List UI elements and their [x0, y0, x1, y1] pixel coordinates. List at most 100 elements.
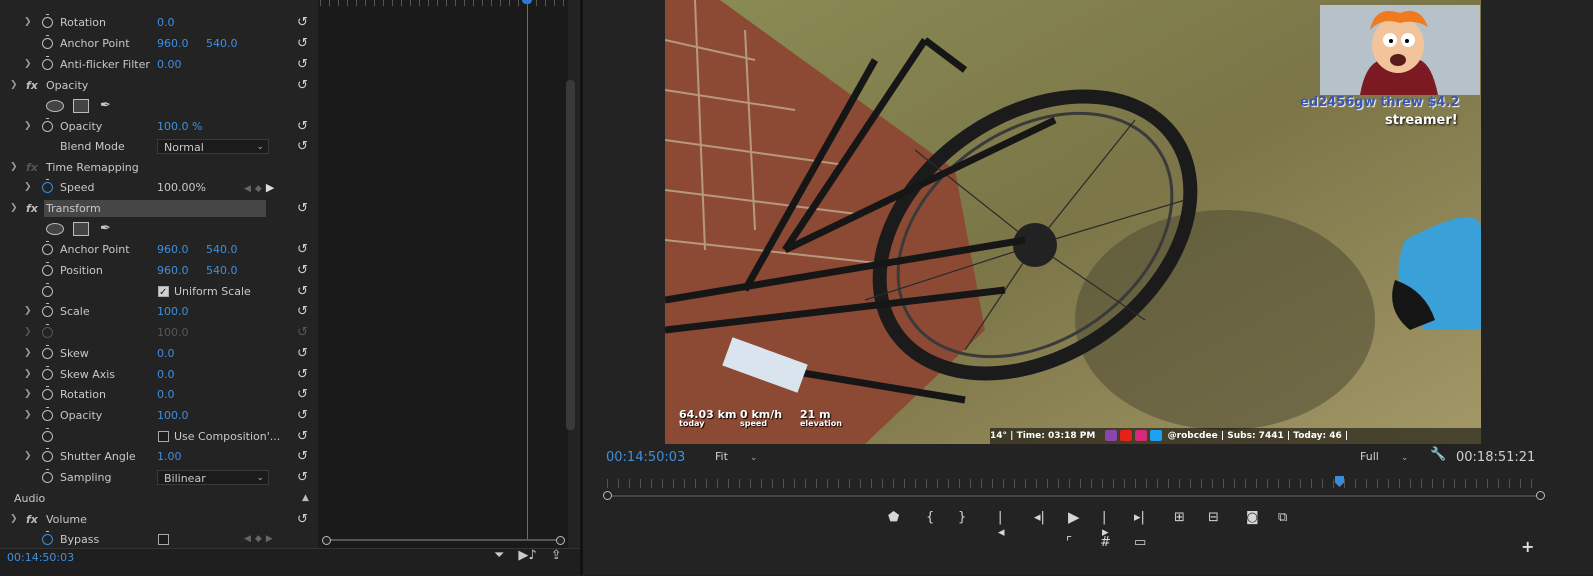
reset-icon[interactable]: ↺	[297, 446, 308, 467]
stopwatch-icon[interactable]	[42, 118, 53, 132]
stopwatch-icon[interactable]	[42, 35, 53, 49]
mark-in-icon[interactable]: {	[926, 510, 934, 525]
extract-icon[interactable]: ⊟	[1208, 510, 1219, 525]
reset-icon[interactable]: ↺	[297, 116, 308, 137]
stopwatch-icon[interactable]	[42, 386, 53, 400]
use-composition-checkbox[interactable]	[158, 431, 169, 442]
reset-icon[interactable]: ↺	[297, 198, 308, 219]
monitor-scrub-bar[interactable]	[603, 490, 1545, 502]
go-to-out-icon[interactable]: ▸|	[1134, 510, 1145, 525]
chevron-right-icon[interactable]: ❯	[24, 343, 32, 364]
ellipse-mask-icon[interactable]	[46, 223, 64, 235]
reset-icon[interactable]: ↺	[297, 364, 308, 385]
reset-icon[interactable]: ↺	[297, 384, 308, 405]
chevron-down-icon[interactable]: ❯	[10, 198, 18, 219]
property-value-x[interactable]: 960.0	[157, 33, 189, 54]
reset-icon[interactable]: ↺	[297, 426, 308, 447]
property-value-y[interactable]: 540.0	[206, 260, 238, 281]
effect-header-time-remapping[interactable]: ❯ fx Time Remapping	[0, 157, 318, 178]
fx-icon[interactable]: fx	[26, 198, 38, 219]
chevron-right-icon[interactable]: ❯	[24, 364, 32, 385]
stopwatch-icon[interactable]	[42, 448, 53, 462]
export-icon[interactable]: ⇪	[551, 548, 562, 563]
play-audio-icon[interactable]: ▶♪	[518, 548, 536, 563]
zoom-dropdown[interactable]: Fit ⌄	[715, 448, 757, 465]
property-value[interactable]: 0.0	[157, 364, 175, 385]
stopwatch-icon[interactable]	[42, 469, 53, 483]
go-to-in-icon[interactable]: |◂	[998, 510, 1005, 540]
rectangle-mask-icon[interactable]	[73, 99, 89, 113]
chevron-right-icon[interactable]: ❯	[24, 405, 32, 426]
chevron-right-icon[interactable]: ❯	[24, 12, 32, 33]
chevron-down-icon[interactable]: ❯	[10, 75, 18, 96]
reset-icon[interactable]: ↺	[297, 509, 308, 530]
monitor-time-ruler[interactable]	[607, 479, 1541, 488]
stopwatch-icon[interactable]	[42, 14, 53, 28]
chevron-right-icon[interactable]: ❯	[24, 177, 32, 198]
reset-icon[interactable]: ↺	[297, 281, 308, 302]
section-header-audio[interactable]: Audio ▲	[0, 488, 318, 509]
chevron-right-icon[interactable]: ❯	[24, 384, 32, 405]
property-value[interactable]: 1.00	[157, 446, 182, 467]
chevron-down-icon[interactable]: ❯	[10, 157, 18, 178]
stopwatch-icon[interactable]	[42, 56, 53, 70]
property-value[interactable]: 0.00	[157, 54, 182, 75]
chevron-right-icon[interactable]: ❯	[24, 446, 32, 467]
zoom-handle-left[interactable]	[322, 536, 331, 545]
chevron-right-icon[interactable]: ❯	[24, 301, 32, 322]
uniform-scale-checkbox[interactable]	[158, 282, 169, 303]
zoom-handle-right[interactable]	[1536, 491, 1545, 500]
filter-icon[interactable]: ⏷	[494, 548, 504, 563]
collapse-up-icon[interactable]: ▲	[302, 488, 309, 509]
zoom-scrollbar[interactable]	[322, 536, 566, 545]
property-value-x[interactable]: 960.0	[157, 239, 189, 260]
chevron-down-icon[interactable]: ❯	[10, 509, 18, 530]
pen-mask-icon[interactable]: ✒	[100, 95, 111, 116]
keyframe-navigator[interactable]: ◀◆▶	[244, 177, 278, 200]
chevron-right-icon[interactable]: ❯	[24, 54, 32, 75]
ellipse-mask-icon[interactable]	[46, 100, 64, 112]
effect-header-transform[interactable]: ❯ fx Transform ↺	[0, 198, 318, 219]
reset-icon[interactable]: ↺	[297, 301, 308, 322]
pen-mask-icon[interactable]: ✒	[100, 218, 111, 239]
reset-icon[interactable]: ↺	[297, 405, 308, 426]
safe-margins-icon[interactable]: ⌜	[1066, 535, 1072, 550]
vertical-scrollbar[interactable]	[566, 80, 575, 430]
fx-icon[interactable]: fx	[26, 509, 38, 530]
current-timecode[interactable]: 00:14:50:03	[7, 551, 74, 564]
effect-header-volume[interactable]: ❯ fx Volume ↺	[0, 509, 318, 530]
stopwatch-icon[interactable]	[42, 407, 53, 421]
bypass-checkbox[interactable]	[158, 534, 169, 545]
button-editor-plus-icon[interactable]: +	[1521, 537, 1534, 556]
keyframe-navigator[interactable]: ◀◆▶	[244, 529, 277, 548]
property-value[interactable]: 0.0	[157, 384, 175, 405]
effect-controls-timeline[interactable]	[318, 0, 568, 548]
reset-icon[interactable]: ↺	[297, 136, 308, 157]
chevron-right-icon[interactable]: ❯	[24, 116, 32, 137]
reset-icon[interactable]: ↺	[297, 75, 308, 96]
fx-icon[interactable]: fx	[26, 75, 38, 96]
stopwatch-icon[interactable]	[42, 531, 53, 545]
property-value[interactable]: 100.0	[157, 301, 189, 322]
play-icon[interactable]: ▶	[1068, 508, 1080, 526]
wrench-icon[interactable]: 🔧	[1430, 447, 1446, 462]
step-back-icon[interactable]: ◂|	[1034, 510, 1045, 525]
comparison-view-icon[interactable]: ⧉	[1278, 510, 1287, 525]
property-value[interactable]: 0.0	[157, 12, 175, 33]
stopwatch-icon[interactable]	[42, 366, 53, 380]
resolution-dropdown[interactable]: Full ⌄	[1360, 448, 1408, 465]
reset-icon[interactable]: ↺	[297, 54, 308, 75]
playhead-timecode[interactable]: 00:14:50:03	[606, 450, 685, 465]
add-marker-icon[interactable]: ⬟	[888, 510, 899, 525]
property-value[interactable]: 100.0 %	[157, 116, 202, 137]
vr-video-icon[interactable]: ▭	[1134, 535, 1146, 550]
zoom-handle-left[interactable]	[603, 491, 612, 500]
property-value[interactable]: 100.00%	[157, 177, 206, 198]
export-frame-camera-icon[interactable]: ◙	[1246, 510, 1259, 525]
grid-icon[interactable]: #	[1100, 535, 1111, 550]
stopwatch-icon[interactable]	[42, 303, 53, 317]
stopwatch-icon[interactable]	[42, 241, 53, 255]
property-value-y[interactable]: 540.0	[206, 33, 238, 54]
stopwatch-icon[interactable]	[42, 262, 53, 276]
rectangle-mask-icon[interactable]	[73, 222, 89, 236]
